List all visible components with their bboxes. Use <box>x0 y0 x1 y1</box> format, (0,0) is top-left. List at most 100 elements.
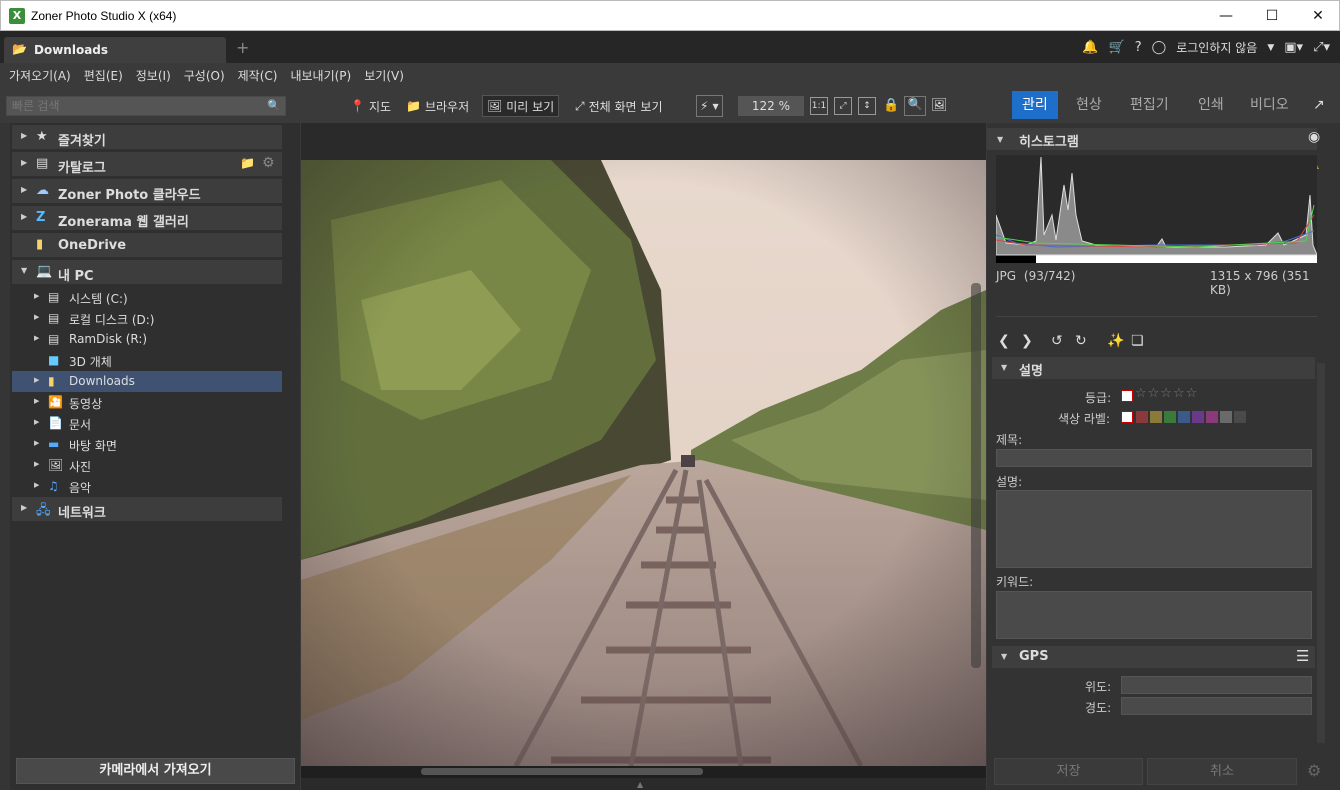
tree-item-desktop[interactable]: ▶ ▬ 바탕 화면 <box>12 434 282 455</box>
menu-export[interactable]: 내보내기(P) <box>290 67 351 84</box>
image-settings-icon[interactable]: 🖼 <box>931 98 948 113</box>
expand-arrow-icon[interactable]: ▶ <box>34 376 39 384</box>
collapse-arrow-icon[interactable]: ▼ <box>21 266 27 275</box>
color-swatch-5[interactable] <box>1192 411 1204 423</box>
latitude-input[interactable] <box>1121 676 1312 694</box>
search-icon[interactable]: 🔍 <box>267 99 281 112</box>
magic-wand-icon[interactable]: ✨ <box>1107 333 1124 349</box>
map-button[interactable]: 📍 지도 <box>346 95 395 117</box>
add-copy-icon[interactable]: ❏ <box>1131 333 1144 349</box>
nav-zonerama[interactable]: ▶ Z Zonerama 웹 갤러리 <box>12 206 282 231</box>
nav-favorites[interactable]: ▶ ★ 즐겨찾기 <box>12 125 282 150</box>
menu-organize[interactable]: 구성(O) <box>184 67 225 84</box>
add-folder-icon[interactable]: 📁 <box>240 156 255 170</box>
flash-dropdown[interactable]: ⚡ ▼ <box>696 95 723 117</box>
fit-height-icon[interactable]: ↕ <box>858 97 876 115</box>
collapse-arrow-icon[interactable]: ▼ <box>997 135 1003 144</box>
menu-edit[interactable]: 편집(E) <box>84 67 123 84</box>
expand-arrow-icon[interactable]: ▶ <box>21 503 27 512</box>
lock-icon[interactable]: 🔒 <box>883 98 899 113</box>
tree-item-ramdisk-r[interactable]: ▶ ▤ RamDisk (R:) <box>12 329 282 350</box>
tab-downloads[interactable]: 📂 Downloads <box>4 37 226 63</box>
expand-arrow-icon[interactable]: ▶ <box>34 292 39 300</box>
expand-arrow-icon[interactable]: ▶ <box>34 313 39 321</box>
menu-import[interactable]: 가져오기(A) <box>9 67 71 84</box>
popout-icon[interactable]: ↗ <box>1313 97 1325 113</box>
fullscreen-button[interactable]: ⤢ 전체 화면 보기 <box>571 95 666 117</box>
menu-info[interactable]: 정보(I) <box>136 67 171 84</box>
expand-arrow-icon[interactable]: ▶ <box>21 212 27 221</box>
chevron-down-icon[interactable]: ▼ <box>1267 43 1274 53</box>
right-panel-scrollbar[interactable] <box>1317 363 1325 743</box>
close-button[interactable]: ✕ <box>1295 1 1340 31</box>
viewer-vertical-scrollbar[interactable] <box>971 283 981 668</box>
tree-item-downloads[interactable]: ▶ ▮ Downloads <box>12 371 282 392</box>
viewer-horizontal-scrollbar[interactable] <box>301 766 986 778</box>
color-swatch-1[interactable] <box>1136 411 1148 423</box>
nav-my-pc[interactable]: ▼ 💻 내 PC <box>12 260 282 285</box>
new-tab-button[interactable]: + <box>236 38 249 57</box>
maximize-button[interactable]: ☐ <box>1249 1 1295 31</box>
user-icon[interactable]: ◯ <box>1152 40 1167 55</box>
histogram-settings-icon[interactable]: ◉ <box>1308 129 1320 145</box>
description-textarea[interactable] <box>996 490 1312 568</box>
expand-arrow-icon[interactable]: ▶ <box>21 131 27 140</box>
tree-item-music[interactable]: ▶ ♫ 음악 <box>12 476 282 497</box>
cart-icon[interactable]: 🛒 <box>1109 40 1125 55</box>
import-from-camera-button[interactable]: 카메라에서 가져오기 <box>16 758 295 784</box>
expand-icon[interactable]: ⤢▾ <box>1313 40 1330 55</box>
keywords-input[interactable] <box>996 591 1312 639</box>
save-button[interactable]: 저장 <box>994 758 1143 785</box>
menu-create[interactable]: 제작(C) <box>238 67 278 84</box>
previous-icon[interactable]: ❮ <box>998 333 1010 349</box>
tree-item-pictures[interactable]: ▶ 🖼 사진 <box>12 455 282 476</box>
nav-onedrive[interactable]: ▮ OneDrive <box>12 233 282 258</box>
tree-item-system-c[interactable]: ▶ ▤ 시스템 (C:) <box>12 287 282 308</box>
tree-item-documents[interactable]: ▶ 📄 문서 <box>12 413 282 434</box>
nav-catalog[interactable]: ▶ ▤ 카탈로그 📁 ⚙ <box>12 152 282 177</box>
expand-arrow-icon[interactable]: ▶ <box>21 185 27 194</box>
cancel-button[interactable]: 취소 <box>1147 758 1297 785</box>
tab-manage[interactable]: 관리 <box>1012 91 1058 119</box>
browser-button[interactable]: 📁 브라우저 <box>402 95 473 117</box>
color-swatch-2[interactable] <box>1150 411 1162 423</box>
zoom-1to1-button[interactable]: 1:1 <box>810 97 828 115</box>
bell-icon[interactable]: 🔔 <box>1082 40 1098 55</box>
tab-editor[interactable]: 편집기 <box>1120 91 1179 119</box>
expand-arrow-icon[interactable]: ▶ <box>34 418 39 426</box>
histogram-header[interactable]: ▼ 히스토그램 <box>987 128 1317 150</box>
rotate-right-icon[interactable]: ↻ <box>1075 333 1087 349</box>
collapse-arrow-icon[interactable]: ▼ <box>1001 363 1007 372</box>
tree-item-videos[interactable]: ▶ 🎦 동영상 <box>12 392 282 413</box>
expand-bottom-icon[interactable]: ▲ <box>637 780 643 789</box>
gps-section-header[interactable]: ▼ GPS ☰ <box>992 646 1315 668</box>
next-icon[interactable]: ❯ <box>1021 333 1033 349</box>
tab-video[interactable]: 비디오 <box>1240 91 1299 119</box>
tree-item-local-d[interactable]: ▶ ▤ 로컬 디스크 (D:) <box>12 308 282 329</box>
help-icon[interactable]: ? <box>1135 40 1142 55</box>
color-swatch-3[interactable] <box>1164 411 1176 423</box>
color-swatch-7[interactable] <box>1220 411 1232 423</box>
gear-icon[interactable]: ⚙ <box>1307 761 1321 780</box>
scroll-thumb[interactable] <box>421 768 703 775</box>
monitor-icon[interactable]: ▣▾ <box>1284 40 1303 55</box>
nav-zoner-cloud[interactable]: ▶ ☁ Zoner Photo 클라우드 <box>12 179 282 204</box>
tree-item-3d-objects[interactable]: ■ 3D 개체 <box>12 350 282 371</box>
expand-arrow-icon[interactable]: ▶ <box>21 158 27 167</box>
search-input[interactable] <box>7 97 257 115</box>
expand-arrow-icon[interactable]: ▶ <box>34 397 39 405</box>
expand-arrow-icon[interactable]: ▶ <box>34 460 39 468</box>
no-color-label-icon[interactable] <box>1121 411 1133 423</box>
login-status[interactable]: 로그인하지 않음 <box>1176 39 1257 56</box>
left-collapse-strip[interactable] <box>0 123 10 790</box>
tab-print[interactable]: 인쇄 <box>1188 91 1234 119</box>
collapse-arrow-icon[interactable]: ▼ <box>1001 652 1007 661</box>
fit-icon[interactable]: ⤢ <box>834 97 852 115</box>
preview-button[interactable]: 🖼 미리 보기 <box>482 95 560 117</box>
menu-icon[interactable]: ☰ <box>1296 647 1309 665</box>
no-rating-icon[interactable] <box>1121 390 1133 402</box>
magnifier-icon[interactable]: 🔍 <box>904 96 926 116</box>
expand-arrow-icon[interactable]: ▶ <box>34 481 39 489</box>
rating-stars[interactable]: ☆☆☆☆☆ <box>1135 386 1198 401</box>
color-swatch-8[interactable] <box>1234 411 1246 423</box>
